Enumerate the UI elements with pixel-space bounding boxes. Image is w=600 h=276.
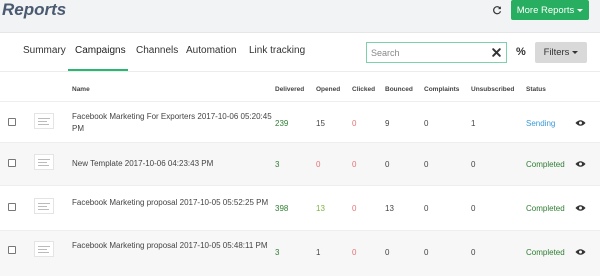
column-header-delivered[interactable]: Delivered	[275, 86, 304, 93]
unsubscribed-count: 0	[471, 160, 476, 169]
opened-count: 13	[316, 204, 325, 213]
column-header-status[interactable]: Status	[526, 86, 546, 93]
status-badge: Completed	[526, 248, 565, 257]
eye-icon[interactable]	[575, 160, 586, 168]
more-reports-label: More Reports	[516, 4, 575, 16]
tab-summary[interactable]: Summary	[23, 45, 66, 56]
tab-link-tracking[interactable]: Link tracking	[249, 45, 305, 56]
opened-count: 0	[316, 160, 321, 169]
opened-count: 1	[316, 248, 321, 257]
filters-button[interactable]: Filters	[535, 42, 587, 63]
complaints-count: 0	[424, 160, 429, 169]
complaints-count: 0	[424, 248, 429, 257]
tab-automation[interactable]: Automation	[186, 45, 237, 56]
filters-label: Filters	[543, 47, 570, 58]
unsubscribed-count: 0	[471, 204, 476, 213]
clicked-count: 0	[352, 119, 357, 128]
page-title: Reports	[2, 0, 67, 19]
row-checkbox[interactable]	[8, 246, 16, 254]
template-thumbnail	[34, 154, 54, 170]
row-checkbox[interactable]	[8, 118, 16, 126]
clicked-count: 0	[352, 204, 357, 213]
bounced-count: 0	[385, 248, 390, 257]
complaints-count: 0	[424, 119, 429, 128]
bounced-count: 13	[385, 204, 394, 213]
row-checkbox[interactable]	[8, 203, 16, 211]
delivered-count: 239	[275, 119, 289, 128]
column-header-complaints[interactable]: Complaints	[424, 86, 459, 93]
column-header-bounced[interactable]: Bounced	[385, 86, 413, 93]
close-icon[interactable]	[491, 47, 502, 58]
template-thumbnail	[34, 241, 54, 257]
table-row[interactable]: New Template 2017-10-06 04:23:43 PM 3 0 …	[0, 143, 600, 185]
tabs-divider	[0, 71, 600, 72]
table-row[interactable]: Facebook Marketing proposal 2017-10-05 0…	[0, 231, 600, 276]
clicked-count: 0	[352, 248, 357, 257]
refresh-icon[interactable]	[492, 5, 502, 15]
clicked-count: 0	[352, 160, 357, 169]
template-thumbnail	[34, 113, 54, 129]
column-header-unsubscribed[interactable]: Unsubscribed	[471, 86, 514, 93]
unsubscribed-count: 1	[471, 119, 476, 128]
reports-panel: Summary Campaigns Channels Automation Li…	[0, 32, 600, 276]
unsubscribed-count: 0	[471, 248, 476, 257]
eye-icon[interactable]	[575, 204, 586, 212]
delivered-count: 398	[275, 204, 289, 213]
opened-count: 15	[316, 119, 325, 128]
campaign-name[interactable]: New Template 2017-10-06 04:23:43 PM	[72, 158, 272, 170]
column-header-clicked[interactable]: Clicked	[352, 86, 375, 93]
campaign-name[interactable]: Facebook Marketing For Exporters 2017-10…	[72, 111, 272, 135]
delivered-count: 3	[275, 160, 280, 169]
eye-icon[interactable]	[575, 248, 586, 256]
more-reports-button[interactable]: More Reports	[511, 0, 589, 20]
template-thumbnail	[34, 198, 54, 214]
percent-toggle[interactable]: %	[516, 46, 526, 58]
status-badge: Sending	[526, 119, 556, 128]
delivered-count: 3	[275, 248, 280, 257]
table-row[interactable]: Facebook Marketing For Exporters 2017-10…	[0, 102, 600, 142]
tab-campaigns[interactable]: Campaigns	[75, 45, 126, 56]
campaign-name[interactable]: Facebook Marketing proposal 2017-10-05 0…	[72, 240, 272, 252]
campaign-name[interactable]: Facebook Marketing proposal 2017-10-05 0…	[72, 197, 272, 209]
chevron-down-icon	[577, 8, 584, 12]
complaints-count: 0	[424, 204, 429, 213]
column-header-opened[interactable]: Opened	[316, 86, 340, 93]
row-checkbox[interactable]	[8, 159, 16, 167]
status-badge: Completed	[526, 160, 565, 169]
column-header-name[interactable]: Name	[72, 86, 90, 93]
bounced-count: 0	[385, 160, 390, 169]
bounced-count: 9	[385, 119, 390, 128]
eye-icon[interactable]	[575, 119, 586, 127]
chevron-down-icon	[572, 51, 579, 54]
table-row[interactable]: Facebook Marketing proposal 2017-10-05 0…	[0, 186, 600, 230]
tab-channels[interactable]: Channels	[136, 45, 178, 56]
search-input[interactable]	[371, 46, 481, 60]
status-badge: Completed	[526, 204, 565, 213]
search-box	[366, 42, 507, 63]
